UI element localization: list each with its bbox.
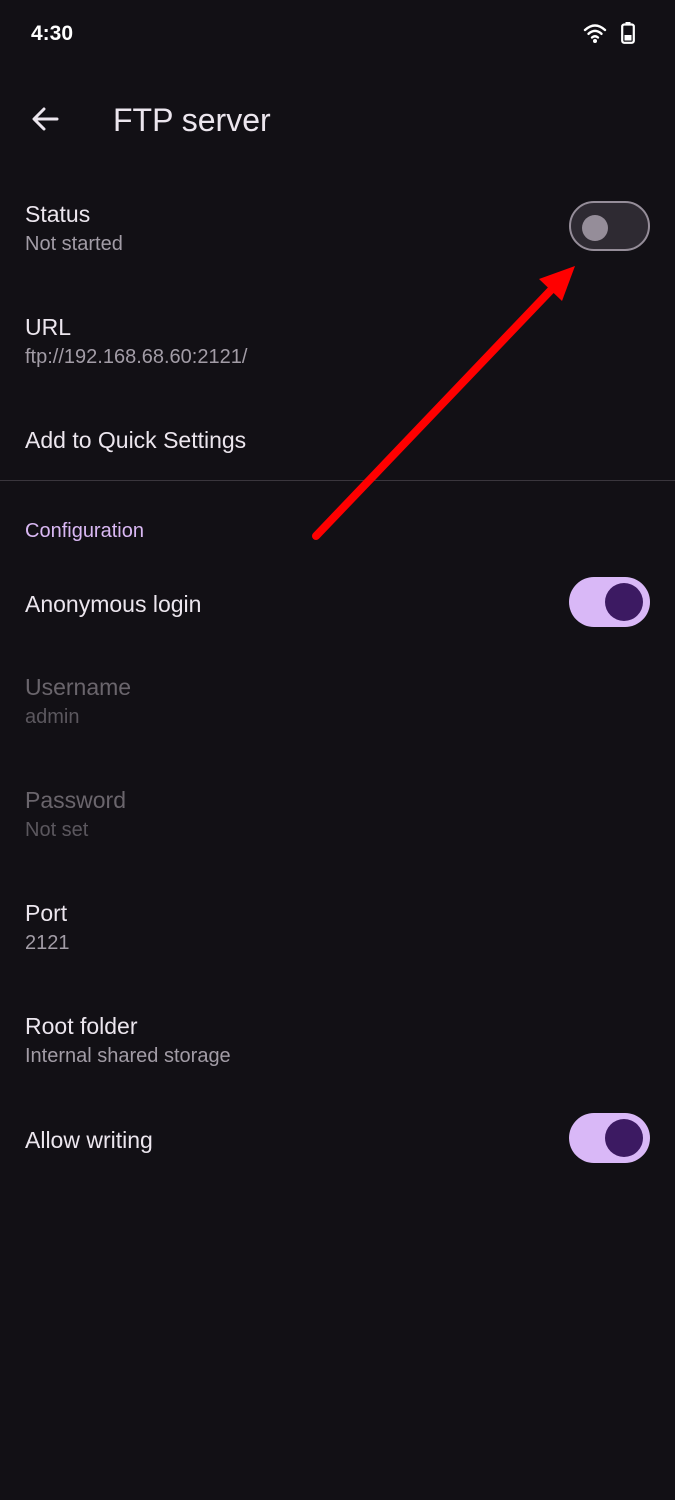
url-summary: ftp://192.168.68.60:2121/	[25, 346, 248, 368]
quick-settings-title: Add to Quick Settings	[25, 427, 247, 453]
username-summary: admin	[25, 706, 80, 728]
switch-thumb	[605, 583, 643, 621]
root-folder-title: Root folder	[25, 1013, 138, 1039]
allow-writing-preference[interactable]: Allow writing	[0, 1101, 675, 1176]
status-switch[interactable]	[569, 201, 650, 251]
password-preference: Password Not set	[0, 771, 675, 861]
divider	[0, 480, 675, 481]
wifi-icon	[583, 22, 607, 49]
port-preference[interactable]: Port 2121	[0, 884, 675, 974]
status-icons	[583, 21, 635, 49]
password-summary: Not set	[25, 819, 89, 841]
username-title: Username	[25, 674, 132, 700]
allow-writing-title: Allow writing	[25, 1127, 153, 1153]
anonymous-login-title: Anonymous login	[25, 591, 202, 617]
status-bar: 4:30	[0, 0, 675, 70]
status-title: Status	[25, 201, 91, 227]
anonymous-login-switch[interactable]	[569, 577, 650, 627]
root-folder-summary: Internal shared storage	[25, 1045, 231, 1067]
status-time: 4:30	[31, 22, 74, 45]
password-title: Password	[25, 787, 126, 813]
battery-icon	[621, 21, 635, 49]
status-preference[interactable]: Status Not started	[0, 185, 675, 275]
port-summary: 2121	[25, 932, 70, 954]
quick-settings-preference[interactable]: Add to Quick Settings	[0, 405, 675, 475]
port-title: Port	[25, 900, 68, 926]
configuration-header: Configuration	[25, 520, 144, 542]
status-summary: Not started	[25, 233, 123, 255]
url-title: URL	[25, 314, 72, 340]
switch-thumb	[582, 215, 608, 241]
allow-writing-switch[interactable]	[569, 1113, 650, 1163]
switch-thumb	[605, 1119, 643, 1157]
root-folder-preference[interactable]: Root folder Internal shared storage	[0, 997, 675, 1087]
username-preference: Username admin	[0, 658, 675, 748]
arrow-back-icon	[31, 105, 59, 138]
page-title: FTP server	[113, 102, 271, 138]
url-preference[interactable]: URL ftp://192.168.68.60:2121/	[0, 298, 675, 388]
app-bar: FTP server	[0, 80, 675, 164]
anonymous-login-preference[interactable]: Anonymous login	[0, 565, 675, 640]
back-button[interactable]	[22, 98, 68, 144]
